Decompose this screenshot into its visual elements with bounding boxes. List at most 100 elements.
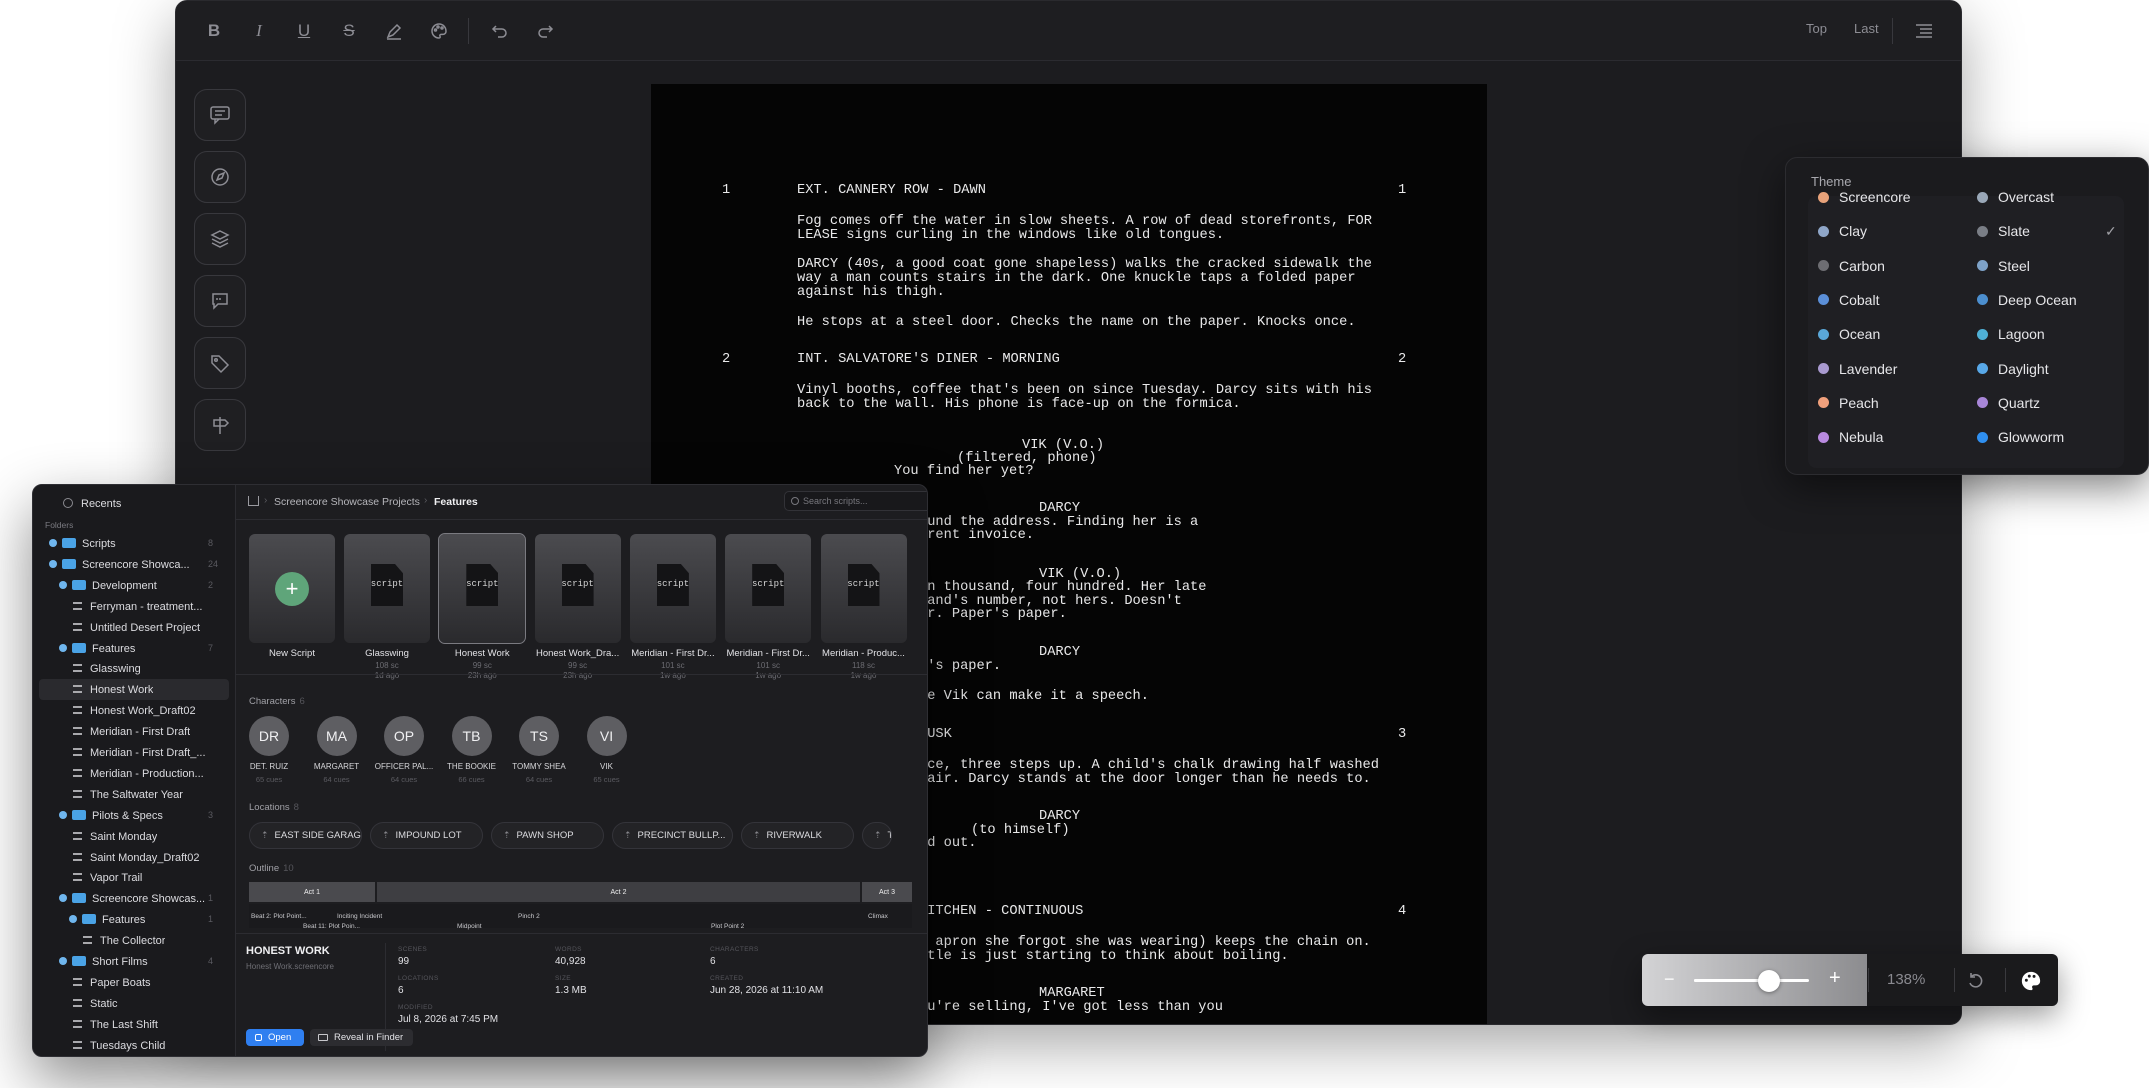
sidebar-folder[interactable]: Scripts xyxy=(49,537,116,551)
location-chip[interactable]: ⇡ IMPOUND LOT xyxy=(370,822,483,849)
sidebar-script[interactable]: Glasswing xyxy=(73,662,141,676)
beat-label[interactable]: Plot Point 2 xyxy=(711,923,744,930)
character-avatar[interactable]: MA xyxy=(316,716,357,756)
theme-option[interactable]: Glowworm xyxy=(1977,426,2064,448)
sidebar-folder[interactable]: Features xyxy=(59,642,135,656)
new-script-card[interactable]: + xyxy=(249,534,335,643)
sidebar-script[interactable]: Meridian - First Draft xyxy=(73,725,190,739)
sidebar-script[interactable]: Vapor Trail xyxy=(73,871,142,885)
disclosure-icon[interactable] xyxy=(59,957,67,965)
character-avatar[interactable]: OP xyxy=(384,716,424,756)
theme-option[interactable]: Lagoon xyxy=(1977,323,2045,345)
location-chip[interactable]: ⇡ PRECINCT BULLP... xyxy=(612,822,733,849)
sidebar-script[interactable]: Tuesdays Child xyxy=(73,1039,165,1053)
theme-option[interactable]: Steel xyxy=(1977,255,2030,277)
disclosure-icon[interactable] xyxy=(59,580,67,589)
tag-icon[interactable] xyxy=(194,337,246,389)
comment-icon[interactable] xyxy=(194,89,246,141)
sidebar-script[interactable]: Untitled Desert Project xyxy=(73,621,200,635)
zoom-slider-thumb[interactable] xyxy=(1757,970,1780,992)
last-button[interactable]: Last xyxy=(1854,21,1879,36)
sidebar-script[interactable]: The Collector xyxy=(83,934,165,948)
bold-icon[interactable]: B xyxy=(198,15,230,47)
reveal-in-finder-button[interactable]: Reveal in Finder xyxy=(310,1029,413,1046)
beat-label[interactable]: Beat 2: Plot Point... xyxy=(251,913,307,920)
sidebar-script[interactable]: Saint Monday xyxy=(73,830,157,844)
disclosure-icon[interactable] xyxy=(49,559,57,568)
sidebar-script[interactable]: Ferryman - treatment... xyxy=(73,600,202,614)
act-3[interactable]: Act 3 xyxy=(862,882,912,902)
highlighter-icon[interactable] xyxy=(378,15,410,47)
sidebar-script[interactable]: Honest Work xyxy=(73,683,153,697)
top-button[interactable]: Top xyxy=(1806,21,1827,36)
recents-item[interactable]: Recents xyxy=(81,497,121,511)
sidebar-folder[interactable]: Screencore Showcas... xyxy=(59,892,205,906)
theme-option[interactable]: Overcast xyxy=(1977,186,2054,208)
theme-option[interactable]: Ocean xyxy=(1818,323,1880,345)
beat-label[interactable]: Climax xyxy=(868,913,888,920)
theme-option[interactable]: Cobalt xyxy=(1818,289,1879,311)
location-chip[interactable]: ⇡T xyxy=(862,822,892,849)
underline-icon[interactable]: U xyxy=(288,15,320,47)
sidebar-script[interactable]: Meridian - First Draft_... xyxy=(73,746,206,760)
beat-label[interactable]: Beat 11: Plot Poin... xyxy=(303,923,360,930)
sidebar-folder[interactable]: Features xyxy=(69,913,145,927)
character-avatar[interactable]: TS xyxy=(519,716,559,756)
sidebar-folder[interactable]: Screencore Showca... xyxy=(49,558,190,572)
theme-option[interactable]: Lavender xyxy=(1818,358,1897,380)
italic-icon[interactable]: I xyxy=(243,15,275,47)
script-card[interactable]: script xyxy=(438,533,527,644)
disclosure-icon[interactable] xyxy=(49,539,57,547)
theme-option[interactable]: Peach xyxy=(1818,392,1879,414)
zoom-slider-track[interactable] xyxy=(1694,970,1809,992)
sidebar-script[interactable]: Saint Monday_Draft02 xyxy=(73,851,199,865)
outline-menu-icon[interactable] xyxy=(1908,15,1940,47)
layers-icon[interactable] xyxy=(194,213,246,265)
search-input[interactable]: Search scripts... xyxy=(784,491,927,511)
character-avatar[interactable]: VI xyxy=(586,716,627,756)
disclosure-icon[interactable] xyxy=(69,915,77,924)
sidebar-folder[interactable]: Short Films xyxy=(59,955,148,969)
character-avatar[interactable]: TB xyxy=(451,716,492,756)
home-icon[interactable] xyxy=(248,496,259,506)
sidebar-script[interactable]: Honest Work_Draft02 xyxy=(73,704,196,718)
script-card[interactable]: script xyxy=(725,534,812,643)
character-avatar[interactable]: DR xyxy=(249,716,289,756)
location-chip[interactable]: ⇡ PAWN SHOP xyxy=(491,822,604,849)
script-card[interactable]: script xyxy=(629,534,716,643)
disclosure-icon[interactable] xyxy=(59,643,67,652)
location-chip[interactable]: ⇡ RIVERWALK xyxy=(741,822,854,849)
beat-label[interactable]: Pinch 2 xyxy=(518,913,540,920)
script-card[interactable]: script xyxy=(820,534,907,643)
script-card[interactable]: script xyxy=(344,534,430,643)
beat-label[interactable]: Midpoint xyxy=(457,923,482,930)
theme-option[interactable]: Nebula xyxy=(1818,426,1883,448)
beat-label[interactable]: Inciting Incident xyxy=(337,913,382,920)
theme-option[interactable]: Deep Ocean xyxy=(1977,289,2077,311)
theme-option[interactable]: Slate ✓ xyxy=(1977,220,2117,242)
sidebar-folder[interactable]: Development xyxy=(59,579,157,593)
sidebar-script[interactable]: Static xyxy=(73,997,118,1011)
strikethrough-icon[interactable]: S xyxy=(333,15,365,47)
theme-option[interactable]: Clay xyxy=(1818,220,1867,242)
compass-icon[interactable] xyxy=(194,151,246,203)
theme-option[interactable]: Screencore xyxy=(1818,186,1911,208)
open-button[interactable]: Open xyxy=(246,1029,304,1046)
sidebar-script[interactable]: The Last Shift xyxy=(73,1018,158,1032)
redo-icon[interactable] xyxy=(529,15,561,47)
palette-icon[interactable] xyxy=(423,15,455,47)
zoom-out-icon[interactable]: − xyxy=(1664,969,1675,990)
act-2[interactable]: Act 2 xyxy=(377,882,860,902)
theme-option[interactable]: Carbon xyxy=(1818,255,1885,277)
script-card[interactable]: script xyxy=(534,534,621,643)
theme-option[interactable]: Quartz xyxy=(1977,392,2040,414)
sidebar-folder[interactable]: Pilots & Specs xyxy=(59,809,163,823)
reset-zoom-icon[interactable] xyxy=(1962,967,1990,995)
act-1[interactable]: Act 1 xyxy=(249,882,375,902)
disclosure-icon[interactable] xyxy=(59,894,67,903)
disclosure-icon[interactable] xyxy=(59,810,67,819)
sidebar-script[interactable]: Meridian - Production... xyxy=(73,767,204,781)
signpost-icon[interactable] xyxy=(194,399,246,451)
undo-icon[interactable] xyxy=(484,15,516,47)
sidebar-script[interactable]: Paper Boats xyxy=(73,976,151,990)
